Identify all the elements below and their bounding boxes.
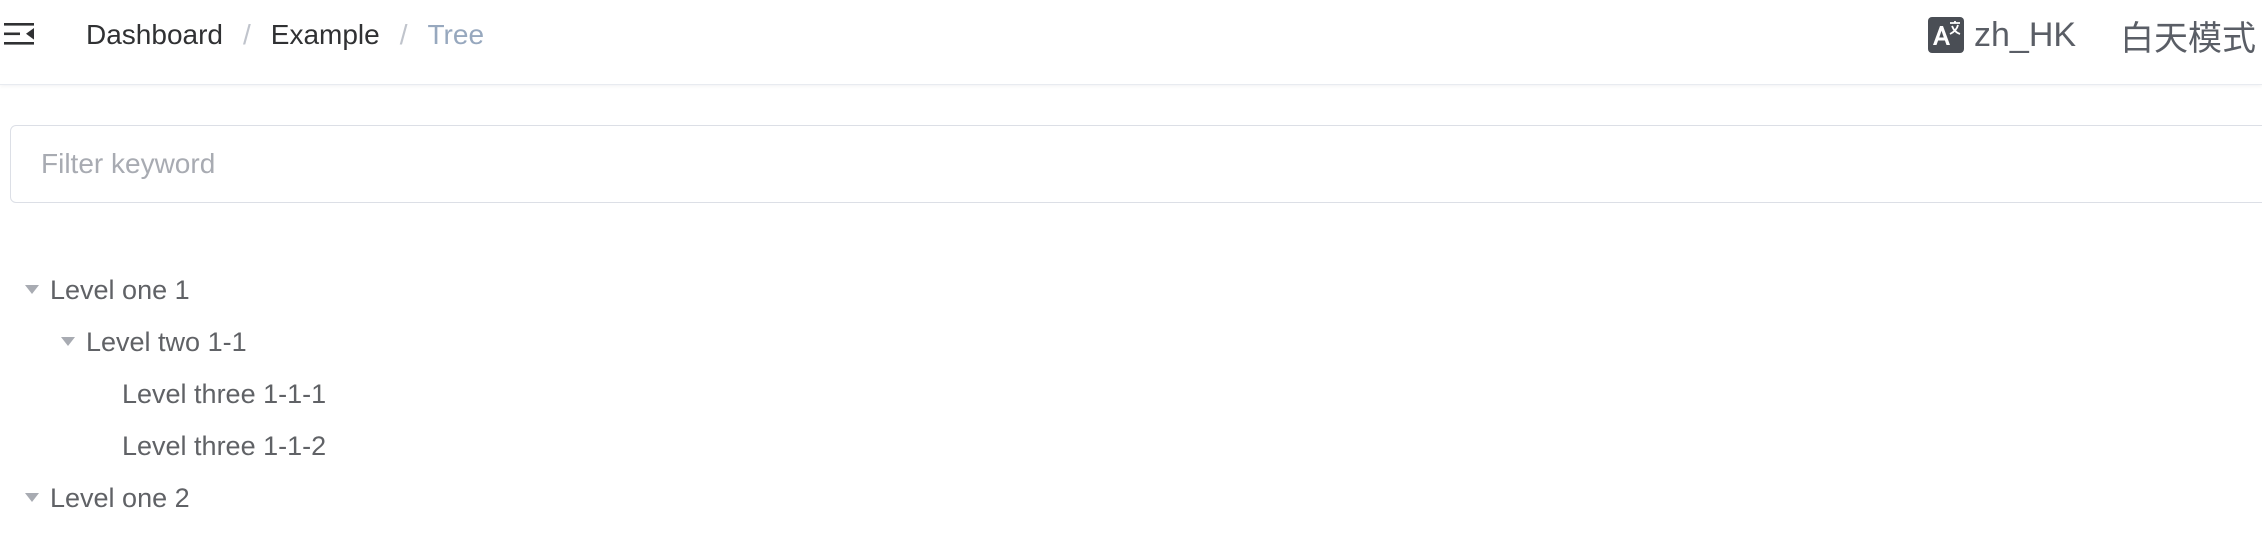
translate-icon[interactable] [1928, 17, 1964, 53]
filter-field [10, 125, 2262, 203]
tree-node[interactable]: Level three 1-1-2 [0, 420, 2262, 472]
tree-node-label: Level one 1 [50, 274, 190, 305]
breadcrumb-separator: / [242, 19, 251, 50]
caret-down-icon[interactable] [50, 316, 86, 368]
tree-node[interactable]: Level two 1-1 [0, 316, 2262, 368]
tree-node[interactable]: Level one 2 [0, 472, 2262, 524]
tree-node-label: Level one 2 [50, 482, 190, 513]
tree-node[interactable]: Level three 1-1-1 [0, 368, 2262, 420]
tree-node-label: Level three 1-1-1 [122, 378, 327, 409]
hamburger-menu-icon[interactable] [2, 17, 36, 51]
theme-toggle[interactable]: 白天模式 [2120, 11, 2256, 60]
language-selector[interactable]: zh_HK [1974, 16, 2076, 55]
breadcrumb-separator: / [399, 19, 408, 50]
tree: Level one 1 Level two 1-1 Level three 1-… [0, 264, 2262, 524]
caret-down-icon[interactable] [14, 264, 50, 316]
tree-node-label: Level two 1-1 [86, 326, 247, 357]
breadcrumb-tree: Tree [427, 19, 485, 50]
breadcrumb-example[interactable]: Example [271, 19, 380, 51]
breadcrumb: Dashboard / Example / Tree [86, 18, 484, 52]
tree-node[interactable]: Level one 1 [0, 264, 2262, 316]
caret-down-icon[interactable] [14, 472, 50, 524]
tree-node-label: Level three 1-1-2 [122, 430, 327, 461]
right-menu: zh_HK 白天模式 [1928, 14, 2256, 59]
navbar: Dashboard / Example / Tree zh_HK 白天模式 [0, 0, 2262, 85]
breadcrumb-dashboard[interactable]: Dashboard [86, 19, 223, 51]
filter-input[interactable] [11, 126, 2262, 202]
